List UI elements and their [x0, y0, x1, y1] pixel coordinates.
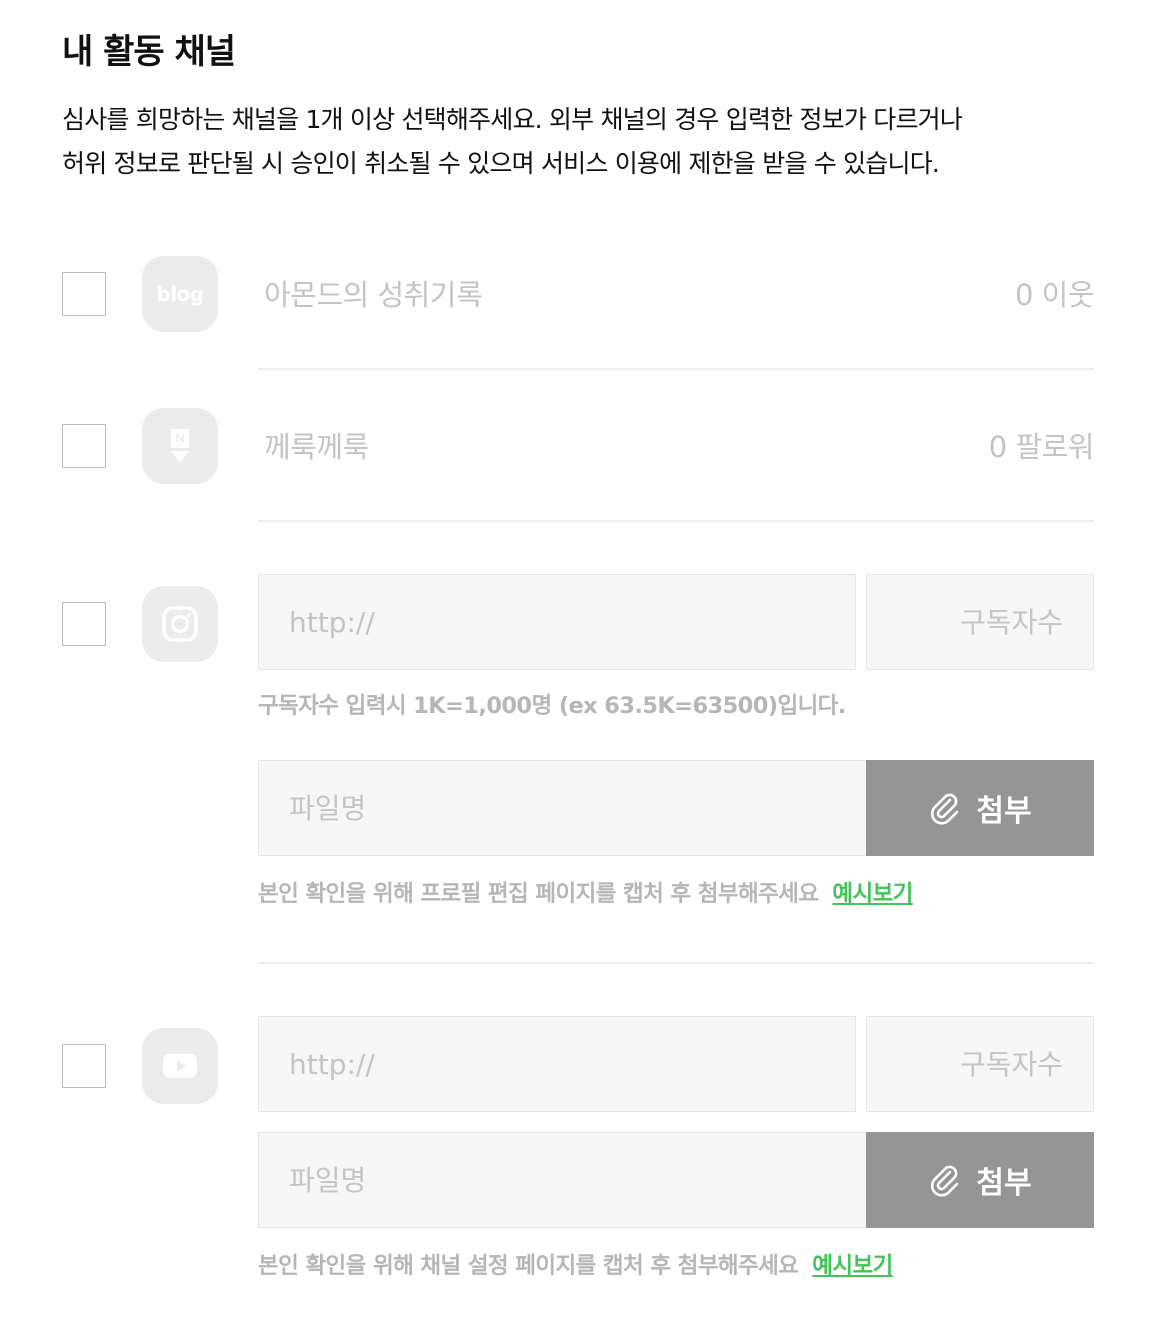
play-icon: [163, 1054, 197, 1078]
instagram-url-input[interactable]: [258, 574, 856, 670]
youtube-checkbox[interactable]: [62, 1044, 106, 1088]
divider: [258, 962, 1094, 964]
instagram-subscriber-input[interactable]: [866, 574, 1094, 670]
paperclip-icon: [931, 793, 959, 825]
youtube-icon: [142, 1028, 218, 1104]
blog-name: 아몬드의 성취기록: [264, 278, 483, 312]
subscriber-hint: 구독자수 입력시 1K=1,000명 (ex 63.5K=63500)입니다.: [258, 693, 846, 719]
youtube-attach-hint: 본인 확인을 위해 채널 설정 페이지를 캡처 후 첨부해주세요 예시보기: [258, 1248, 893, 1280]
naver-post-icon: [142, 408, 218, 484]
instagram-icon: [142, 586, 218, 662]
page-description: 심사를 희망하는 채널을 1개 이상 선택해주세요. 외부 채널의 경우 입력한…: [62, 98, 1122, 186]
blog-neighbor-count: 0 이웃: [1014, 278, 1095, 312]
youtube-file-input[interactable]: [258, 1132, 868, 1228]
post-follower-count: 0 팔로워: [988, 430, 1095, 464]
attach-hint-text: 본인 확인을 위해 프로필 편집 페이지를 캡처 후 첨부해주세요: [258, 881, 819, 907]
attach-hint-text: 본인 확인을 위해 채널 설정 페이지를 캡처 후 첨부해주세요: [258, 1253, 799, 1279]
description-line-2: 허위 정보로 판단될 시 승인이 취소될 수 있으며 서비스 이용에 제한을 받…: [62, 149, 940, 178]
instagram-attach-hint: 본인 확인을 위해 프로필 편집 페이지를 캡처 후 첨부해주세요 예시보기: [258, 876, 913, 908]
youtube-example-link[interactable]: 예시보기: [812, 1253, 893, 1279]
instagram-file-input[interactable]: [258, 760, 868, 856]
attach-label: 첨부: [976, 1166, 1032, 1201]
blog-icon-text: blog: [156, 282, 204, 306]
youtube-attach-button[interactable]: 첨부: [866, 1132, 1094, 1228]
post-checkbox[interactable]: [62, 424, 106, 468]
youtube-url-input[interactable]: [258, 1016, 856, 1112]
description-line-1: 심사를 희망하는 채널을 1개 이상 선택해주세요. 외부 채널의 경우 입력한…: [62, 105, 963, 134]
page-title: 내 활동 채널: [62, 32, 236, 72]
pencil-icon: [171, 429, 189, 463]
instagram-checkbox[interactable]: [62, 602, 106, 646]
divider: [258, 368, 1094, 370]
blog-icon: blog: [142, 256, 218, 332]
paperclip-icon: [931, 1165, 959, 1197]
instagram-attach-button[interactable]: 첨부: [866, 760, 1094, 856]
youtube-subscriber-input[interactable]: [866, 1016, 1094, 1112]
camera-icon: [162, 606, 198, 642]
instagram-example-link[interactable]: 예시보기: [832, 881, 913, 907]
post-name: 께룩께룩: [264, 430, 369, 464]
blog-checkbox[interactable]: [62, 272, 106, 316]
divider: [258, 520, 1094, 522]
attach-label: 첨부: [976, 794, 1032, 829]
